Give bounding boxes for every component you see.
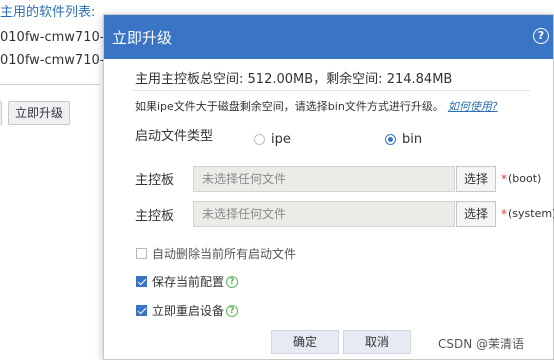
software-list-title: 主用的软件列表: — [0, 5, 96, 20]
dialog-title: 立即升级 — [112, 29, 173, 47]
checkbox-label: 保存当前配置 — [152, 275, 225, 289]
boot-file-type-label: 启动文件类型 — [135, 129, 214, 144]
choose-system-file-button[interactable]: 选择 — [456, 201, 496, 227]
radio-bin[interactable]: bin — [385, 132, 422, 147]
choose-boot-file-button[interactable]: 选择 — [456, 166, 496, 192]
required-mark: * — [501, 207, 507, 221]
note-text: 如果ipe文件大于磁盘剩余空间，请选择bin文件方式进行升级。 — [135, 100, 444, 113]
checkbox-label: 自动删除当前所有启动文件 — [152, 247, 297, 261]
space-info: 主用主控板总空间: 512.00MB，剩余空间: 214.84MB — [135, 72, 453, 87]
upgrade-note: 如果ipe文件大于磁盘剩余空间，请选择bin文件方式进行升级。 如何使用? — [135, 98, 498, 114]
auto-delete-checkbox[interactable]: 自动删除当前所有启动文件 — [136, 245, 296, 262]
boot-file-input[interactable]: 未选择任何文件 — [193, 166, 455, 192]
checkbox-icon[interactable] — [136, 248, 147, 259]
software-list-item[interactable]: 010fw-cmw710- — [0, 53, 104, 68]
help-icon[interactable]: ? — [226, 275, 239, 288]
total-space-value: 512.00MB — [247, 72, 314, 87]
boot-hint: (boot) — [508, 172, 542, 185]
main-board-label: 主控板 — [135, 173, 175, 188]
upgrade-dialog: 立即升级 ? 主用主控板总空间: 512.00MB，剩余空间: 214.84MB… — [103, 14, 554, 360]
checkbox-checked-icon[interactable] — [136, 276, 147, 287]
question-circle-icon[interactable]: ? — [533, 28, 549, 44]
checkbox-checked-icon[interactable] — [136, 305, 147, 316]
divider — [0, 84, 100, 85]
total-space-label: 主用主控板总空间: — [135, 72, 244, 87]
help-icon[interactable]: ? — [226, 304, 239, 317]
divider — [132, 90, 530, 91]
ok-button[interactable]: 确定 — [271, 330, 339, 354]
save-config-checkbox[interactable]: 保存当前配置 ? — [136, 273, 239, 290]
system-hint: (system) — [508, 207, 554, 220]
radio-circle-icon[interactable] — [385, 134, 396, 145]
how-to-use-link[interactable]: 如何使用? — [448, 100, 498, 113]
free-space-value: 214.84MB — [386, 72, 453, 87]
dialog-header: 立即升级 ? — [104, 15, 553, 59]
system-file-input[interactable]: 未选择任何文件 — [193, 201, 455, 227]
radio-ipe[interactable]: ipe — [254, 132, 291, 147]
software-list-item[interactable]: 010fw-cmw710- — [0, 30, 104, 45]
radio-label: bin — [402, 132, 423, 147]
cancel-button[interactable]: 取消 — [343, 330, 411, 354]
reboot-now-checkbox[interactable]: 立即重启设备 ? — [136, 302, 239, 319]
checkbox-label: 立即重启设备 — [152, 304, 225, 318]
free-space-label: 剩余空间: — [326, 72, 383, 87]
required-mark: * — [501, 172, 507, 186]
upgrade-now-button[interactable]: 立即升级 — [8, 101, 71, 125]
radio-circle-icon[interactable] — [254, 134, 265, 145]
main-board-label: 主控板 — [135, 209, 175, 224]
watermark: CSDN @茉清语 — [438, 337, 525, 351]
radio-label: ipe — [271, 132, 291, 147]
background-button[interactable] — [0, 101, 2, 125]
